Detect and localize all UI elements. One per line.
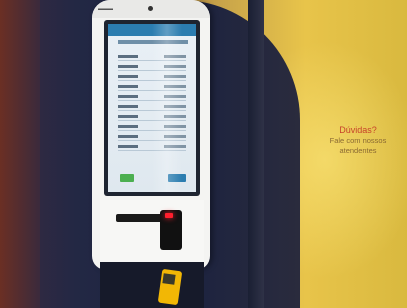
help-sign-line-1: Fale com nossos [329,136,387,145]
help-sign-line-2: atendentes [339,146,377,155]
enclosure-edge [248,0,264,308]
card-reader-red-light [165,213,173,218]
screen-glare [152,24,182,192]
receipt-slot [116,214,164,222]
help-sign-title: Dúvidas? [339,125,377,135]
kiosk-camera [148,6,153,11]
help-sign: Dúvidas? Fale com nossos atendentes [310,125,406,156]
left-wall-edge [0,0,40,308]
kiosk-brand-mark: ▬▬▬ [98,6,113,12]
payment-terminal-screen [162,273,176,285]
kiosk-base [100,262,204,308]
screen-confirm-button[interactable] [120,174,134,182]
photo-scene: ▬▬▬ Dúvidas? Fale com nossos atendentes [0,0,407,308]
kiosk-lower-panel [100,200,204,264]
kiosk-touchscreen[interactable] [108,24,196,192]
